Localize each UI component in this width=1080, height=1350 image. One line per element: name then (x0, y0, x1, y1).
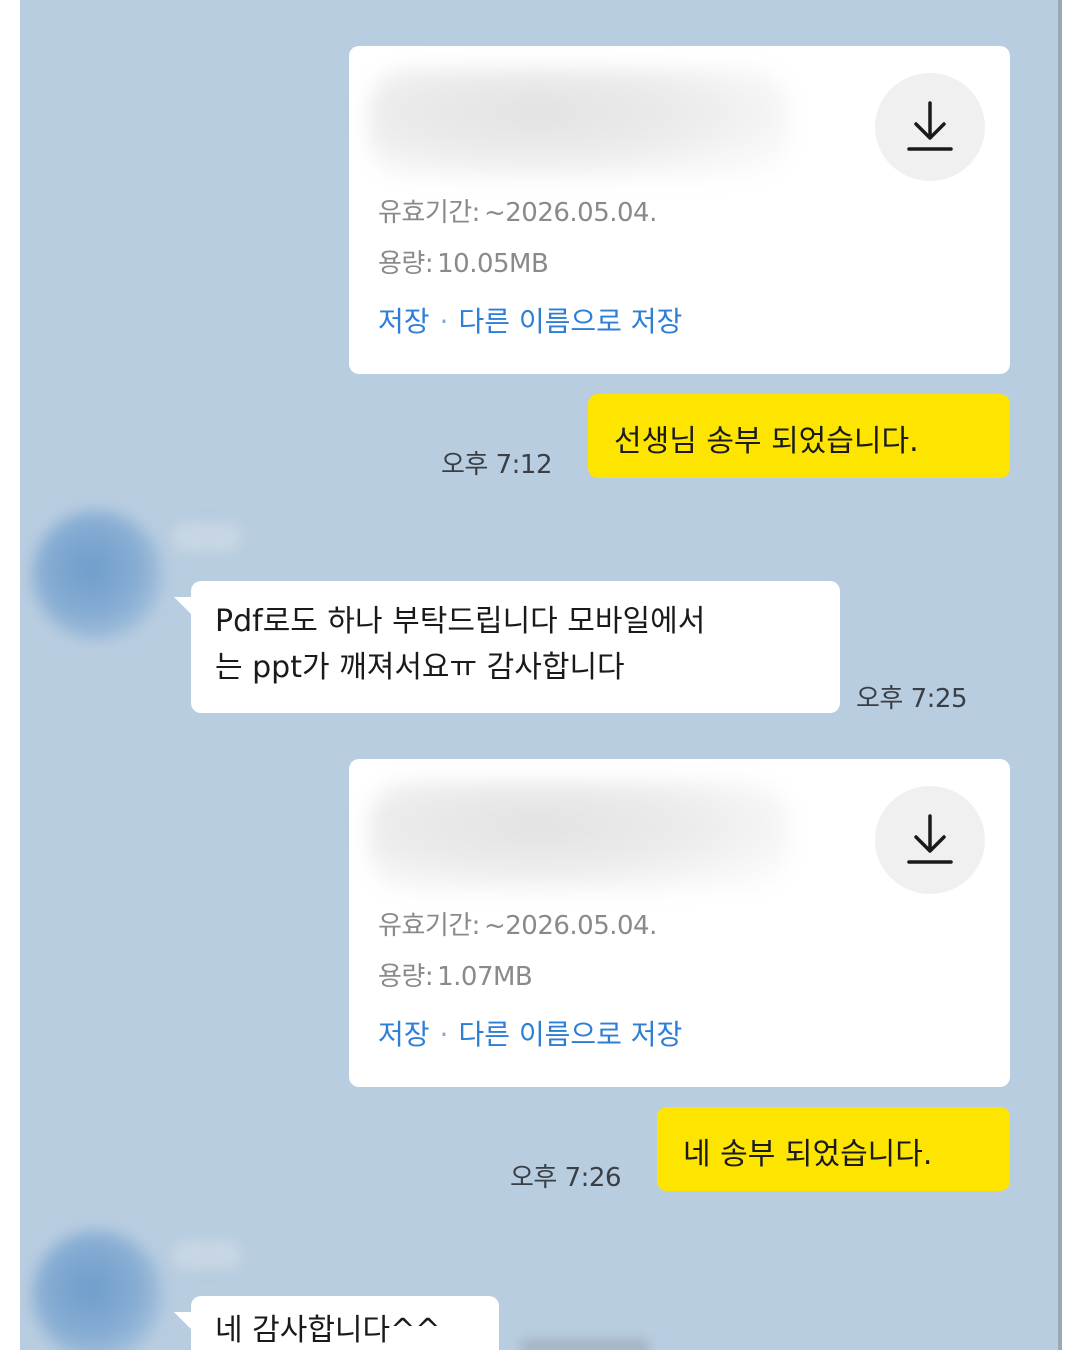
blurred-sender-name (172, 1240, 242, 1270)
my-message-bubble[interactable]: 네 송부 되었습니다. (657, 1107, 1010, 1191)
file-size-value: 10.05MB (437, 249, 549, 279)
file-expiry-label: 유효기간: (378, 911, 480, 941)
avatar[interactable] (32, 510, 162, 640)
file-expiry-value: ~2026.05.04. (483, 911, 657, 941)
file-size-label: 용량: (378, 962, 434, 992)
action-separator: · (439, 1018, 449, 1051)
file-message-card[interactable]: 유효기간: ~2026.05.04. 용량: 1.07MB 저장 · 다른 이름으로 저… (349, 759, 1010, 1087)
download-button[interactable] (875, 786, 985, 894)
save-link[interactable]: 저장 (378, 305, 430, 338)
other-message-line: 는 ppt가 깨져서요ㅠ 감사합니다 (215, 650, 625, 685)
message-time: 오후 7:26 (510, 1163, 622, 1193)
download-button[interactable] (875, 73, 985, 181)
file-actions: 저장 · 다른 이름으로 저장 (378, 1013, 682, 1053)
my-message-bubble[interactable]: 선생님 송부 되었습니다. (588, 394, 1010, 478)
other-message-line: Pdf로도 하나 부탁드립니다 모바일에서 (215, 604, 706, 639)
file-size-value: 1.07MB (437, 962, 533, 992)
other-message-text: 네 감사합니다^^ (215, 1313, 441, 1348)
file-message-card[interactable]: 유효기간: ~2026.05.04. 용량: 10.05MB 저장 · 다른 이름으로 … (349, 46, 1010, 374)
file-size-label: 용량: (378, 249, 434, 279)
blurred-sender-name (172, 522, 242, 552)
blurred-message-time (520, 1338, 650, 1350)
file-expiry-label: 유효기간: (378, 198, 480, 228)
download-icon (907, 101, 953, 151)
action-separator: · (439, 305, 449, 338)
other-message-bubble[interactable]: 네 감사합니다^^ (191, 1296, 499, 1350)
blurred-file-name (369, 781, 789, 891)
bubble-tail (174, 597, 192, 615)
avatar[interactable] (32, 1230, 162, 1350)
bubble-tail (174, 1312, 192, 1330)
file-size: 용량: 1.07MB (378, 956, 533, 993)
my-message-text: 네 송부 되었습니다. (683, 1137, 933, 1172)
my-message-text: 선생님 송부 되었습니다. (614, 424, 919, 459)
file-actions: 저장 · 다른 이름으로 저장 (378, 300, 682, 340)
chat-area[interactable]: 유효기간: ~2026.05.04. 용량: 10.05MB 저장 · 다른 이름으로 … (20, 0, 1058, 1350)
scrollbar-track[interactable] (1058, 0, 1062, 1350)
file-size: 용량: 10.05MB (378, 243, 549, 280)
message-time: 오후 7:12 (441, 450, 553, 480)
download-icon (907, 814, 953, 864)
other-message-bubble[interactable]: Pdf로도 하나 부탁드립니다 모바일에서 는 ppt가 깨져서요ㅠ 감사합니다 (191, 581, 840, 713)
blurred-file-name (369, 68, 789, 178)
message-time: 오후 7:25 (856, 684, 968, 714)
save-as-link[interactable]: 다른 이름으로 저장 (458, 305, 682, 338)
save-as-link[interactable]: 다른 이름으로 저장 (458, 1018, 682, 1051)
file-expiry-value: ~2026.05.04. (483, 198, 657, 228)
file-expiry: 유효기간: ~2026.05.04. (378, 192, 657, 229)
save-link[interactable]: 저장 (378, 1018, 430, 1051)
file-expiry: 유효기간: ~2026.05.04. (378, 905, 657, 942)
